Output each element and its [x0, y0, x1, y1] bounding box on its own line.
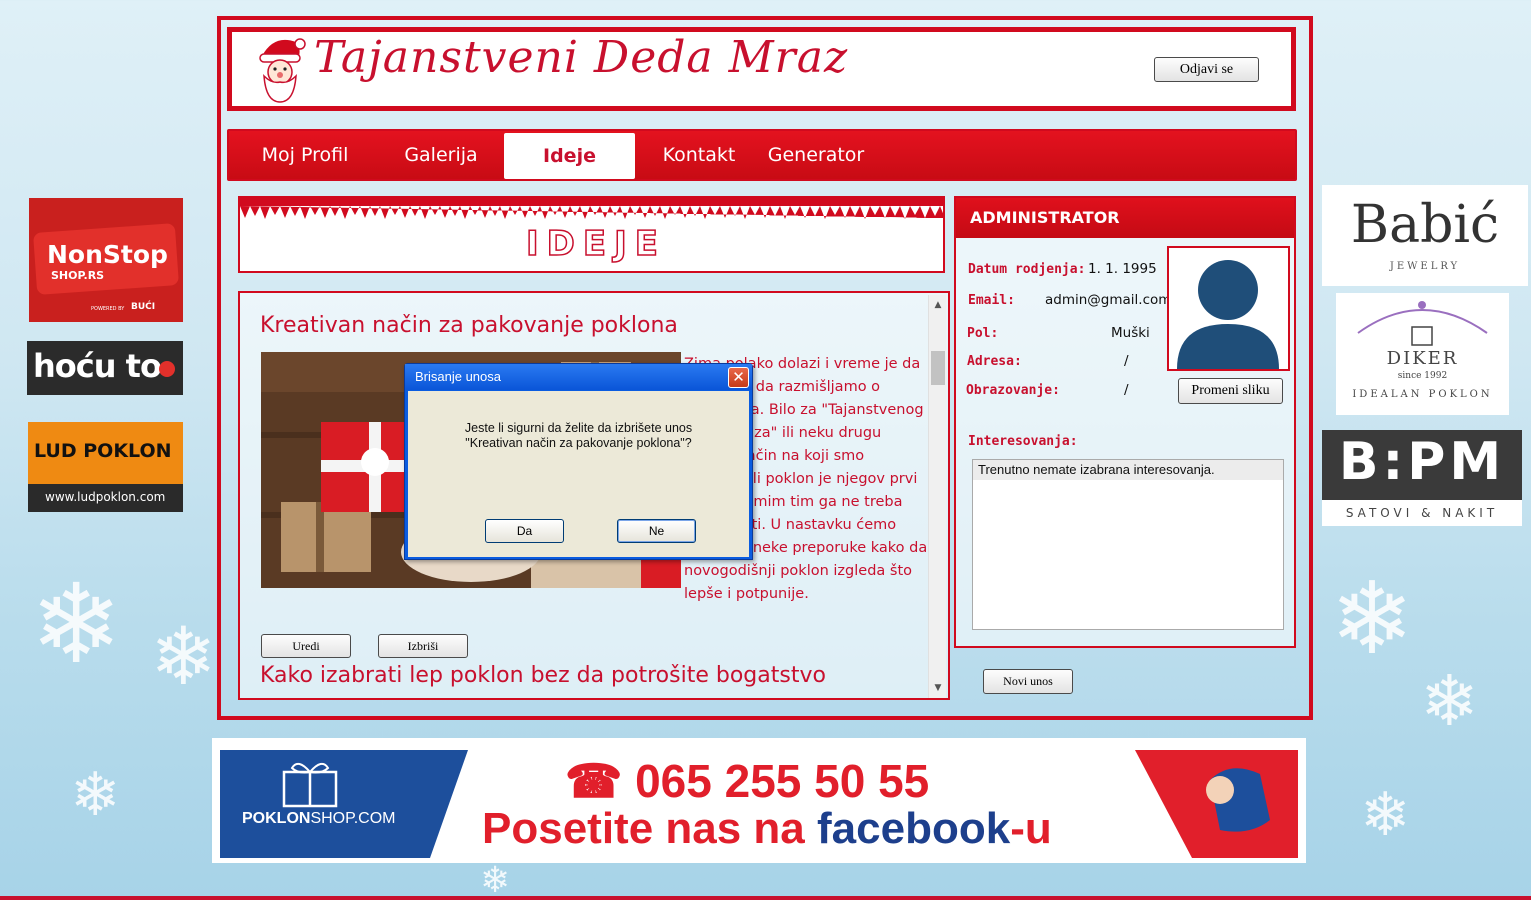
ad-diker-name: DIKER — [1386, 348, 1459, 369]
tinsel-garland-icon — [240, 198, 943, 219]
snowflake-icon: ❄ — [150, 610, 218, 703]
dialog-message: Jeste li sigurni da želite da izbrišete … — [408, 421, 749, 451]
ad-lud-title: LUD POKLON — [34, 440, 172, 462]
interests-empty-message: Trenutno nemate izabrana interesovanja. — [973, 460, 1283, 480]
confirm-no-button[interactable]: Ne — [617, 519, 696, 543]
ad-nonstop-brand: BUĆI — [131, 302, 156, 312]
email-value: admin@gmail.com — [1045, 292, 1172, 308]
gender-label: Pol: — [967, 326, 999, 341]
content-scrollbar[interactable]: ▲ ▼ — [928, 295, 946, 698]
dialog-title: Brisanje unosa — [415, 369, 501, 384]
ad-nonstop-subtitle: SHOP.RS — [51, 269, 105, 282]
new-entry-button[interactable]: Novi unos — [983, 669, 1073, 694]
snowflake-icon: ❄ — [70, 760, 121, 830]
change-photo-button[interactable]: Promeni sliku — [1178, 378, 1283, 404]
snowflake-icon: ❄ — [480, 860, 511, 900]
main-nav: Moj Profil Galerija Ideje Kontakt Genera… — [227, 129, 1297, 181]
delete-confirm-dialog: Brisanje unosa ✕ Jeste li sigurni da žel… — [404, 363, 753, 560]
education-label: Obrazovanje: — [966, 383, 1060, 398]
address-label: Adresa: — [967, 354, 1022, 369]
ad-lud-poklon[interactable]: LUD POKLON www.ludpoklon.com — [28, 422, 183, 512]
snowflake-icon: ❄ — [1420, 660, 1479, 742]
birthdate-value: 1. 1. 1995 — [1088, 261, 1157, 277]
delete-button[interactable]: Izbriši — [378, 634, 468, 658]
ad-lud-url: www.ludpoklon.com — [45, 490, 166, 504]
ad-nonstop-tag: POWERED BY — [91, 306, 125, 312]
banner-visit-text: Posetite nas na — [482, 804, 818, 853]
post-title: Kreativan način za pakovanje poklona — [260, 313, 678, 338]
banner-facebook-text: facebook — [817, 804, 1011, 853]
dialog-message-line: Jeste li sigurni da želite da izbrišete … — [464, 421, 693, 435]
confirm-yes-button[interactable]: Da — [485, 519, 564, 543]
ad-babic-subtitle: JEWELRY — [1389, 261, 1461, 272]
logout-button[interactable]: Odjavi se — [1154, 57, 1259, 82]
nav-item-gallery[interactable]: Galerija — [389, 131, 493, 179]
post-title: Kako izabrati lep poklon bez da potrošit… — [260, 663, 826, 688]
ad-babic-name: Babić — [1350, 195, 1500, 255]
user-avatar-icon — [1177, 260, 1279, 369]
ad-bpm-subtitle: SATOVI & NAKIT — [1345, 506, 1499, 520]
bottom-divider — [0, 896, 1531, 900]
birthdate-label: Datum rodjenja: — [968, 262, 1086, 277]
avatar — [1167, 246, 1290, 371]
ad-bpm-name: B:PM — [1338, 432, 1506, 492]
scroll-up-arrow-icon[interactable]: ▲ — [929, 297, 947, 313]
santa-logo-icon — [259, 38, 306, 103]
address-value: / — [1124, 353, 1129, 369]
site-title: Tajanstveni Deda Mraz — [314, 32, 849, 83]
nav-item-profile[interactable]: Moj Profil — [245, 131, 365, 179]
education-value: / — [1124, 382, 1129, 398]
ideas-title: IDEJE — [525, 223, 666, 265]
snowflake-icon: ❄ — [30, 560, 123, 688]
banner-suffix-text: -u — [1010, 804, 1052, 853]
profile-role-header: ADMINISTRATOR — [956, 198, 1294, 238]
dialog-body: Jeste li sigurni da želite da izbrišete … — [408, 391, 749, 557]
ad-babic-jewelry[interactable]: Babić JEWELRY — [1322, 185, 1528, 286]
ad-nonstop-title: NonStop — [47, 240, 168, 269]
ad-hocu-to[interactable]: hoću to — [27, 341, 183, 395]
banner-brand-b: SHOP.COM — [310, 810, 396, 827]
ad-bpm[interactable]: B:PM SATOVI & NAKIT — [1322, 430, 1522, 526]
nav-item-ideas[interactable]: Ideje — [504, 133, 635, 179]
nav-item-generator[interactable]: Generator — [757, 131, 875, 179]
banner-brand-a: POKLON — [242, 810, 311, 827]
nav-item-contact[interactable]: Kontakt — [649, 131, 749, 179]
ad-diker-since: since 1992 — [1397, 371, 1448, 381]
close-icon[interactable]: ✕ — [728, 367, 749, 388]
ad-diker-subtitle: IDEALAN POKLON — [1352, 389, 1493, 400]
dialog-message-line: "Kreativan način za pakovanje poklona"? — [465, 436, 692, 450]
dialog-titlebar[interactable]: Brisanje unosa ✕ — [405, 364, 752, 390]
banner-phone: ☎ 065 255 50 55 — [565, 755, 930, 807]
ideas-banner: IDEJE — [238, 196, 945, 273]
snowflake-icon: ❄ — [1330, 560, 1414, 677]
ad-nonstop-shop[interactable]: NonStop SHOP.RS POWERED BY BUĆI — [29, 198, 183, 322]
diker-crown-icon — [1357, 301, 1488, 346]
scroll-thumb[interactable] — [931, 351, 945, 385]
poklonshop-banner[interactable]: POKLONSHOP.COM ☎ 065 255 50 55 Posetite … — [212, 738, 1306, 863]
scroll-down-arrow-icon[interactable]: ▼ — [929, 680, 947, 696]
ad-hocu-text: hoću to — [33, 347, 162, 385]
email-label: Email: — [968, 293, 1015, 308]
ad-diker[interactable]: DIKER since 1992 IDEALAN POKLON — [1336, 293, 1509, 415]
edit-button[interactable]: Uredi — [261, 634, 351, 658]
interests-list[interactable]: Trenutno nemate izabrana interesovanja. — [972, 459, 1284, 630]
snowflake-icon: ❄ — [1360, 780, 1411, 850]
gender-value: Muški — [1111, 325, 1150, 341]
interests-label: Interesovanja: — [968, 434, 1078, 449]
